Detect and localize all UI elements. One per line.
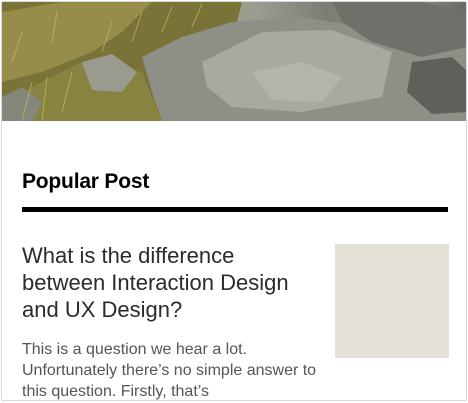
section-title: Popular Post xyxy=(22,170,150,193)
post-thumbnail[interactable] xyxy=(335,244,449,358)
post-excerpt: This is a question we hear a lot. Unfort… xyxy=(22,341,317,400)
popular-post-card: Popular Post What is the difference betw… xyxy=(1,1,467,401)
hero-landscape-illustration xyxy=(2,2,466,121)
post-title-link[interactable]: What is the difference between Interacti… xyxy=(22,242,322,323)
hero-image xyxy=(2,2,466,121)
section-divider xyxy=(22,207,448,212)
